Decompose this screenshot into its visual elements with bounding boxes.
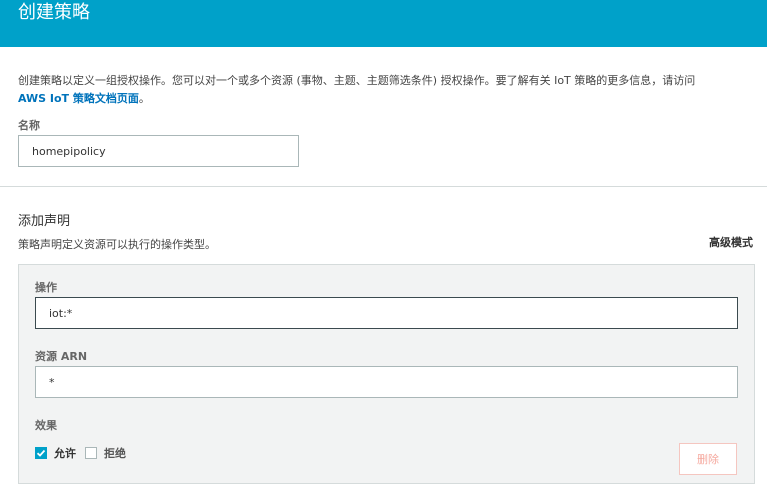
resource-arn-label: 资源 ARN bbox=[35, 350, 88, 363]
policy-docs-link[interactable]: AWS IoT 策略文档页面 bbox=[18, 92, 139, 105]
add-statement-description: 策略声明定义资源可以执行的操作类型。 bbox=[18, 238, 216, 251]
allow-checkbox[interactable] bbox=[35, 447, 47, 459]
advanced-mode-link[interactable]: 高级模式 bbox=[709, 234, 753, 250]
page-header: 创建策略 bbox=[0, 0, 767, 47]
policy-name-input[interactable] bbox=[18, 135, 299, 167]
action-label: 操作 bbox=[35, 281, 57, 294]
intro-paragraph: 创建策略以定义一组授权操作。您可以对一个或多个资源 (事物、主题、主题筛选条件)… bbox=[18, 72, 758, 108]
add-statement-title: 添加声明 bbox=[18, 214, 71, 229]
effect-label: 效果 bbox=[35, 419, 57, 432]
name-label: 名称 bbox=[18, 119, 40, 132]
deny-checkbox[interactable] bbox=[85, 447, 97, 459]
checkmark-icon bbox=[36, 449, 46, 457]
intro-suffix: 。 bbox=[138, 92, 150, 105]
action-input[interactable] bbox=[35, 297, 738, 329]
section-divider bbox=[0, 186, 767, 187]
intro-text: 创建策略以定义一组授权操作。您可以对一个或多个资源 (事物、主题、主题筛选条件)… bbox=[18, 74, 696, 87]
allow-label: 允许 bbox=[54, 447, 76, 460]
effect-options: 允许 拒绝 bbox=[35, 445, 135, 461]
delete-statement-button[interactable]: 删除 bbox=[679, 443, 737, 475]
deny-label: 拒绝 bbox=[104, 447, 126, 460]
page-title: 创建策略 bbox=[18, 2, 90, 23]
resource-arn-input[interactable] bbox=[35, 366, 738, 398]
delete-button-label: 删除 bbox=[697, 453, 719, 466]
